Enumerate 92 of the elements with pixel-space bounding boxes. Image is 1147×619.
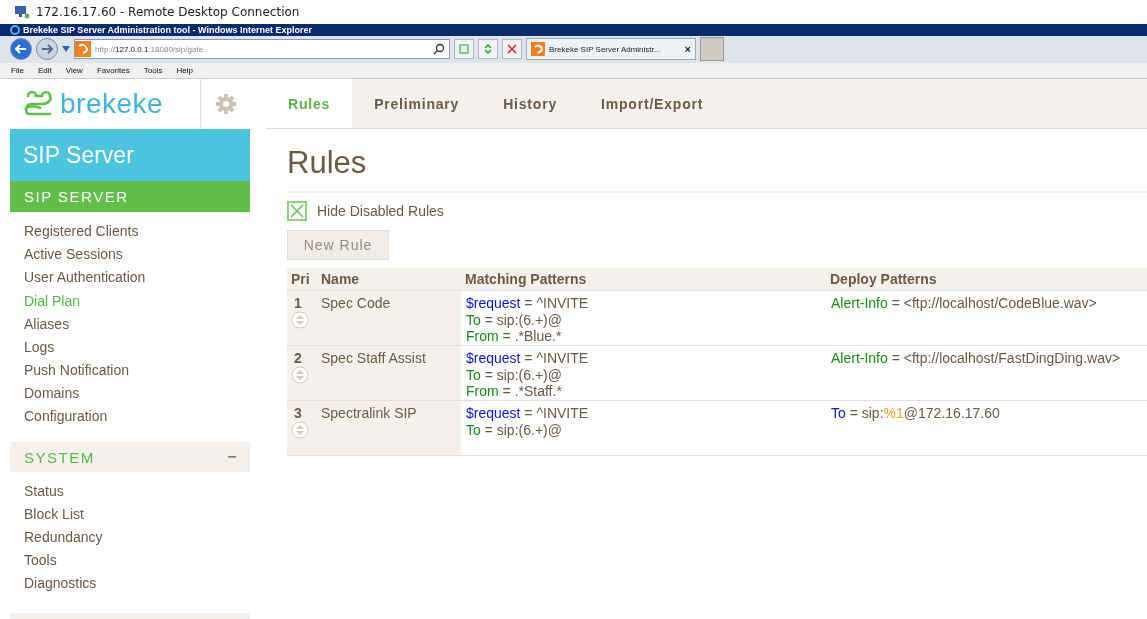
collapse-button[interactable]: −: [227, 448, 238, 467]
pattern-text: From: [466, 383, 499, 400]
checkbox-label: Hide Disabled Rules: [317, 203, 444, 220]
column-header: Pri: [287, 268, 317, 292]
page-title: Rules: [287, 145, 368, 183]
sidebar-item[interactable]: Redundancy: [24, 525, 250, 549]
checkbox[interactable]: [287, 201, 307, 222]
pattern-text: To: [466, 311, 481, 328]
browser-logo-icon: [10, 24, 20, 35]
priority-number: 1: [294, 295, 303, 312]
sidebar-item[interactable]: Push Notification: [24, 358, 250, 382]
pattern-text: = sip:(6.+)@: [483, 366, 562, 383]
page-icon: [459, 44, 469, 55]
compatibility-button[interactable]: [454, 39, 474, 60]
column-header: Deploy Patterns: [826, 268, 1147, 292]
pattern-text: To: [466, 421, 481, 438]
pattern-text: $request: [466, 405, 521, 422]
pattern-text: = .*Staff.*: [501, 383, 562, 400]
product-title: SIP Server: [10, 129, 250, 182]
close-icon[interactable]: ×: [684, 43, 691, 56]
address-field[interactable]: http://127.0.0.1:18080/sip/gate: [74, 39, 450, 60]
sidebar-item[interactable]: User Authentication: [24, 265, 250, 289]
site-icon: [75, 41, 91, 58]
menu-item[interactable]: View: [65, 66, 83, 76]
monitor-icon: [14, 4, 30, 19]
settings-icon[interactable]: [215, 93, 237, 116]
close-icon: [507, 44, 517, 55]
sidebar-item[interactable]: Diagnostics: [24, 571, 250, 595]
pattern-text: Alert-Info: [831, 350, 888, 367]
pattern-text: To: [831, 405, 846, 422]
back-button[interactable]: [10, 38, 32, 61]
pattern-text: = <ftp://localhost/FastDingDing.wav>: [890, 350, 1121, 367]
sidebar-item[interactable]: Aliases: [24, 312, 250, 336]
stop-button[interactable]: [502, 39, 522, 60]
section-title: SIP SERVER: [24, 188, 129, 206]
pattern-text: = ^INVITE: [523, 295, 589, 312]
dropdown-icon[interactable]: [62, 46, 70, 53]
sidebar-item[interactable]: Logs: [24, 335, 250, 359]
browser-tab[interactable]: Brekeke SIP Server Administr... ×: [526, 38, 696, 61]
menu-item[interactable]: Edit: [37, 66, 52, 76]
address-text: http://127.0.0.1:18080/sip/gate: [95, 44, 204, 54]
tab[interactable]: History: [481, 79, 580, 129]
tab[interactable]: Preliminary: [352, 79, 482, 129]
reorder-icon[interactable]: [291, 421, 309, 440]
new-tab-button[interactable]: [700, 37, 724, 62]
sidebar-item[interactable]: Tools: [24, 548, 250, 572]
sidebar-item[interactable]: Domains: [24, 381, 250, 405]
refresh-icon: [483, 44, 493, 55]
column-header: Name: [317, 268, 461, 292]
section-title: SYSTEM: [24, 448, 95, 466]
site-icon: [531, 42, 545, 57]
pattern-text: = <ftp://localhost/CodeBlue.wav>: [890, 295, 1097, 312]
sidebar-item[interactable]: Active Sessions: [24, 242, 250, 266]
pattern-text: = sip:: [848, 405, 884, 422]
reorder-icon[interactable]: [291, 366, 309, 385]
sidebar-item[interactable]: Configuration: [24, 404, 250, 429]
back-arrow-icon: [15, 44, 27, 55]
reorder-icon[interactable]: [291, 311, 309, 330]
pattern-text: = ^INVITE: [523, 350, 589, 367]
pattern-text: To: [466, 366, 481, 383]
forward-arrow-icon: [41, 44, 53, 55]
menu-item[interactable]: Favorites: [96, 66, 130, 76]
pattern-text: = ^INVITE: [523, 405, 589, 422]
brand-logo: brekeke: [10, 79, 200, 130]
pattern-text: From: [466, 328, 499, 345]
column-header: Matching Patterns: [461, 268, 826, 292]
pattern-text: $request: [466, 295, 521, 312]
browser-title: Brekeke SIP Server Administration tool - Windows Internet Explorer: [23, 24, 312, 35]
pattern-text: Alert-Info: [831, 295, 888, 312]
rule-name: Spec Code: [321, 295, 392, 312]
sidebar-item[interactable]: Status: [24, 479, 250, 503]
pattern-text: = sip:(6.+)@: [483, 421, 562, 438]
pattern-text: %1: [883, 405, 904, 422]
rule-name: Spectralink SIP: [321, 405, 418, 422]
cross-mark-icon: [290, 204, 304, 219]
pattern-text: $request: [466, 350, 521, 367]
refresh-button[interactable]: [478, 39, 498, 60]
menu-item[interactable]: Help: [176, 66, 193, 76]
window-title: 172.16.17.60 - Remote Desktop Connection: [36, 4, 300, 19]
priority-number: 3: [294, 405, 303, 422]
menu-item[interactable]: File: [11, 66, 24, 76]
sidebar-item[interactable]: Block List: [24, 502, 250, 526]
pattern-text: @172.16.17.60: [903, 405, 1000, 422]
pattern-text: = .*Blue.*: [501, 328, 562, 345]
priority-number: 2: [294, 350, 303, 367]
search-icon[interactable]: [433, 43, 445, 56]
tab[interactable]: Import/Export: [579, 79, 726, 129]
pattern-text: = sip:(6.+)@: [483, 311, 562, 328]
rule-name: Spec Staff Assist: [321, 350, 427, 367]
sidebar-item[interactable]: Registered Clients: [24, 219, 250, 243]
menu-item[interactable]: Tools: [143, 66, 163, 76]
forward-button[interactable]: [36, 38, 58, 61]
